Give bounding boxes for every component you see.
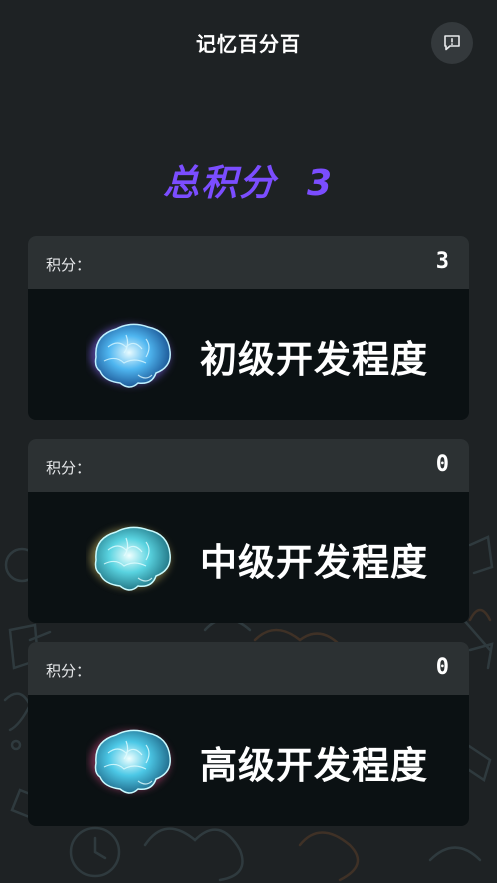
- score-label: 积分：: [46, 662, 92, 680]
- level-card-advanced[interactable]: 积分： 0 高级开发程度: [28, 642, 469, 826]
- score-value: 0: [435, 452, 449, 477]
- level-card-header: 积分： 0: [28, 439, 469, 492]
- score-value: 3: [435, 249, 449, 274]
- brain-icon: [90, 323, 171, 388]
- level-card-beginner[interactable]: 积分： 3 初级开发程度: [28, 236, 469, 420]
- app-title: 记忆百分百: [196, 32, 301, 56]
- total-score-value: 3: [306, 163, 335, 204]
- brain-icon: [90, 526, 171, 591]
- app-header: 记忆百分百: [0, 0, 497, 86]
- level-card-body: 高级开发程度: [28, 695, 469, 826]
- total-score-label: 总积分: [162, 163, 277, 204]
- score-value: 0: [435, 655, 449, 680]
- score-label: 积分：: [46, 256, 92, 274]
- level-card-header: 积分： 3: [28, 236, 469, 289]
- level-title: 高级开发程度: [200, 744, 428, 787]
- level-card-body: 中级开发程度: [28, 492, 469, 623]
- brain-icon: [90, 729, 171, 794]
- level-card-intermediate[interactable]: 积分： 0 中级开发程度: [28, 439, 469, 623]
- feedback-message-icon: [444, 35, 460, 51]
- level-title: 中级开发程度: [200, 541, 428, 584]
- level-card-header: 积分： 0: [28, 642, 469, 695]
- feedback-button[interactable]: [431, 22, 473, 64]
- total-score: 总积分 3: [0, 154, 497, 206]
- score-label: 积分：: [46, 459, 92, 477]
- level-title: 初级开发程度: [200, 338, 428, 381]
- level-card-body: 初级开发程度: [28, 289, 469, 420]
